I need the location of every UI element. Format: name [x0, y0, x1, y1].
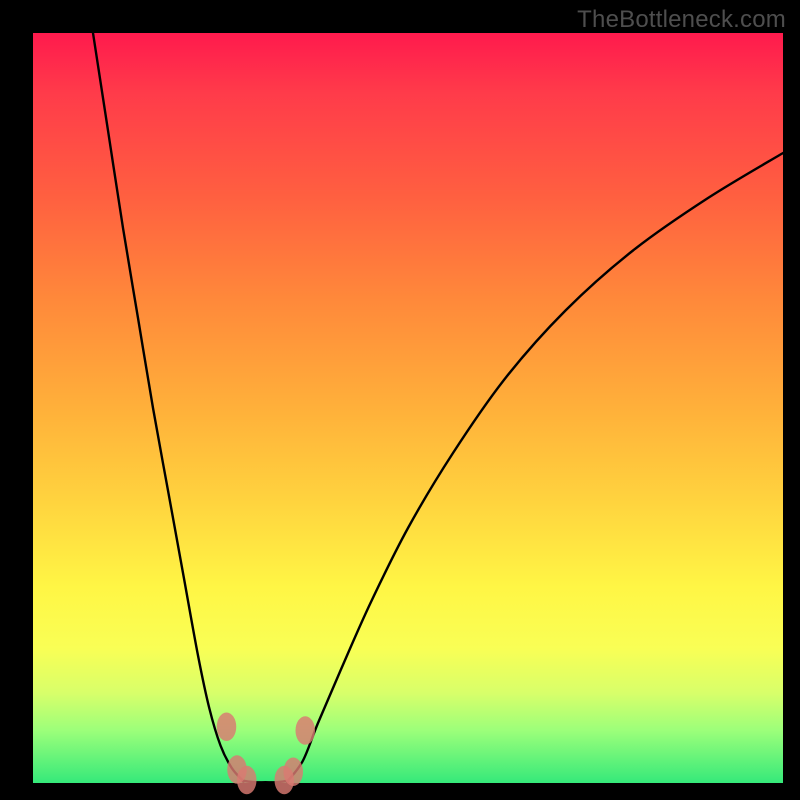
curve-marker — [217, 713, 237, 742]
curve-svg — [33, 33, 783, 783]
chart-frame: TheBottleneck.com — [0, 0, 800, 800]
curve-marker — [237, 766, 257, 795]
curve-marker — [284, 758, 304, 787]
bottleneck-curve — [93, 33, 783, 782]
curve-marker — [296, 716, 316, 745]
plot-area — [33, 33, 783, 783]
watermark-text: TheBottleneck.com — [577, 6, 786, 34]
